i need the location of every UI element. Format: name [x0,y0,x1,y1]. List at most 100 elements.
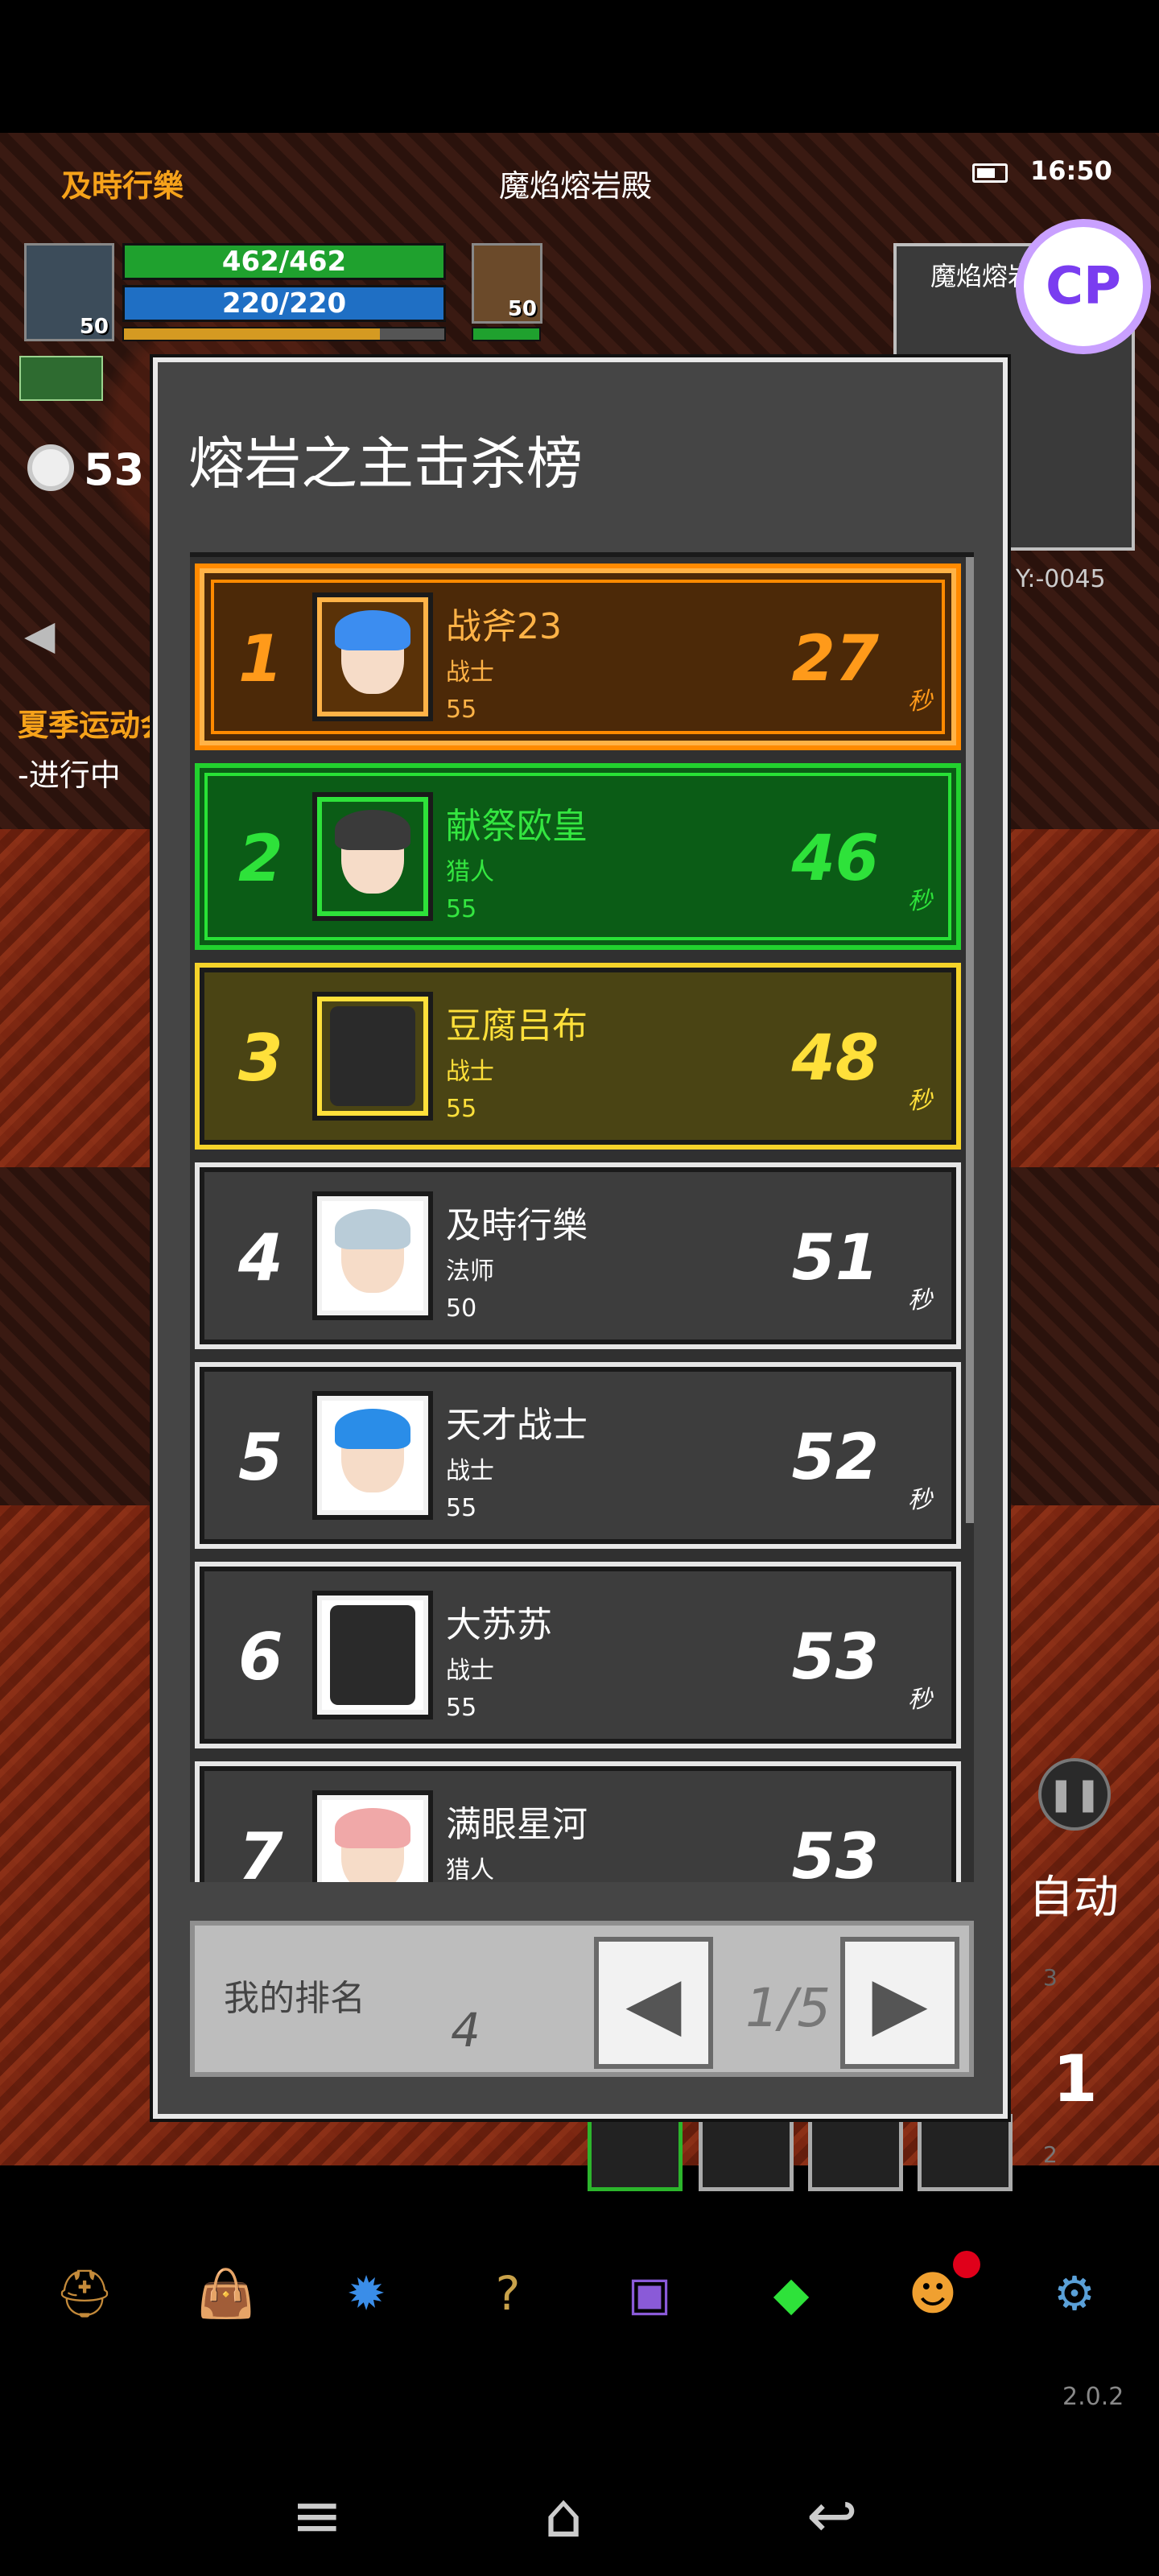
my-rank-value: 4 [451,2003,481,2058]
player-class: 战士 [446,1058,494,1086]
player-level: 55 [446,895,477,923]
rank-number: 1 [238,621,283,696]
player-portrait [312,992,433,1121]
player-name: 及時行樂 [61,168,184,204]
skill-slot-3[interactable] [808,2114,903,2191]
menu-icon[interactable]: ≡ [291,2479,343,2551]
chevron-left-icon[interactable]: ◀ [24,612,55,658]
hair [335,1808,410,1848]
triangle-left-icon: ◀ [625,1960,682,2046]
leaderboard-row[interactable]: 7满眼星河猎人5453秒 [195,1761,961,1882]
player-name: 大苏苏 [446,1604,552,1645]
back-icon[interactable]: ↩ [806,2479,858,2551]
gear-icon[interactable]: ⚙ [1045,2264,1104,2323]
emerald-icon[interactable]: ◆ [761,2264,821,2323]
gem-icon[interactable]: ✹ [336,2264,396,2323]
clear-time: 48 [791,1022,879,1095]
clear-time: 53 [791,1621,879,1694]
player-class: 战士 [446,658,494,687]
time-unit: 秒 [908,1879,932,1882]
rank-number: 3 [238,1021,283,1096]
pet-icon[interactable]: ☻ [903,2264,963,2323]
player-level: 55 [446,1494,477,1522]
leaderboard-row[interactable]: 4 及時行樂 法师 50 51 秒 [195,1162,961,1349]
skill-slot-2[interactable] [699,2114,794,2191]
player-portrait [312,1191,433,1320]
hair [335,810,410,850]
player-class: 战士 [446,1657,494,1685]
clear-time: 52 [791,1422,879,1494]
player-class: 猎人 [446,1856,494,1882]
bag-icon[interactable]: 👜 [196,2264,256,2323]
player-level: 55 [446,696,477,724]
next-page-button[interactable]: ▶ [840,1937,959,2069]
player-level: 55 [446,1095,477,1123]
buff-icons[interactable] [19,356,103,401]
pause-button[interactable]: ❚❚ [1038,1758,1111,1831]
battery-icon [972,163,1008,183]
pet-avatar[interactable]: 50 [472,243,542,324]
player-class: 猎人 [446,858,494,886]
clear-time: 51 [791,1222,879,1294]
my-rank-label: 我的排名 [224,1978,365,2019]
version-label: 2.0.2 [1062,2383,1124,2411]
hair [335,1209,410,1249]
modal-title: 熔岩之主击杀榜 [188,431,583,497]
auto-button[interactable]: 自动 [1029,1861,1119,1926]
rank-number: 2 [238,821,283,896]
event-title[interactable]: 夏季运动会 [18,700,171,745]
clear-time: 46 [791,823,879,895]
xp-fill [124,328,381,340]
player-portrait [312,1790,433,1882]
home-icon[interactable]: ⌂ [544,2479,583,2551]
player-portrait [312,792,433,921]
player-avatar[interactable]: 50 [24,243,114,341]
triangle-right-icon: ▶ [872,1960,928,2046]
player-level: 50 [446,1294,477,1323]
cp-badge-icon[interactable]: CP [1016,219,1151,354]
quest-icon[interactable]: ? [478,2264,538,2323]
time-unit: 秒 [908,1087,932,1115]
map-name: 魔焰熔岩殿 [499,168,653,204]
xp-bar [122,327,446,341]
leaderboard-row[interactable]: 2 献祭欧皇 猎人 55 46 秒 [195,763,961,950]
hp-bar: 462/462 [122,243,446,280]
player-class: 法师 [446,1257,494,1286]
prev-page-button[interactable]: ◀ [594,1937,713,2069]
rank-number: 5 [238,1420,283,1495]
rank-number: 7 [238,1819,283,1882]
list-scrollbar[interactable] [966,557,974,1523]
leaderboard-row[interactable]: 3 豆腐吕布战士 55 48 秒 [195,963,961,1150]
player-name: 豆腐吕布 [446,1005,588,1046]
player-level: 55 [446,1694,477,1722]
helmet-portrait [330,1605,415,1705]
clear-time: 53 [791,1821,879,1882]
floor-up-button[interactable]: 3 [1043,1964,1058,1991]
player-name: 天才战士 [446,1405,588,1446]
clear-time: 27 [791,623,879,696]
skill-slot-4[interactable] [918,2114,1013,2191]
leaderboard-modal: 熔岩之主击杀榜 1 战斧23 战士 55 27 秒 2 献祭欧皇 猎人 55 46 秒 3 豆腐吕布 战士 5… [150,354,1011,2122]
hair [335,610,410,650]
pet-level: 50 [507,297,537,321]
player-portrait [312,1591,433,1719]
leaderboard-row[interactable]: 1 战斧23 战士 55 27 秒 [195,564,961,750]
player-portrait [312,1391,433,1520]
book-icon[interactable]: ▣ [620,2264,679,2323]
rank-number: 6 [238,1620,283,1695]
player-class: 战士 [446,1457,494,1485]
leaderboard-list[interactable]: 1 战斧23 战士 55 27 秒 2 献祭欧皇 猎人 55 46 秒 3 豆腐吕布 战士 55 48 秒 4 及時行… [190,552,974,1882]
page-indicator: 1/5 [745,1977,831,2039]
mp-bar: 220/220 [122,285,446,322]
time-unit: 秒 [908,1486,932,1514]
helmet-icon[interactable]: ⛑ [55,2264,114,2323]
floor-down-button[interactable]: 2 [1043,2141,1058,2168]
player-name: 及時行樂 [446,1205,588,1246]
time-unit: 秒 [908,887,932,915]
player-level: 50 [79,315,109,339]
pause-icon: ❚❚ [1047,1776,1102,1813]
leaderboard-row[interactable]: 5 天才战士战士 55 52 秒 [195,1362,961,1549]
rank-number: 4 [238,1220,283,1295]
skill-slot-1[interactable] [588,2114,683,2191]
leaderboard-row[interactable]: 6 大苏苏 战士 55 53 秒 [195,1562,961,1748]
